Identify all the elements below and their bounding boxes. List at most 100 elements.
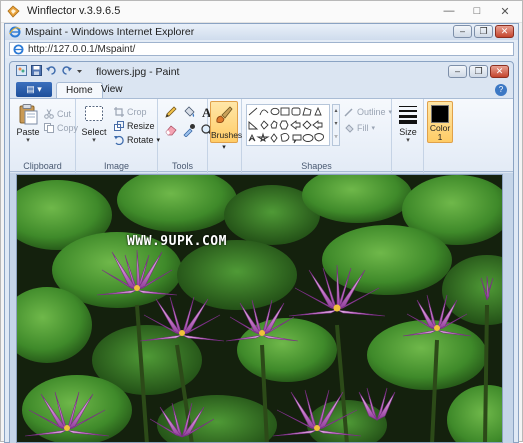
quick-access-toolbar [16,65,83,76]
resize-label: Resize [127,120,155,131]
shapes-scroll[interactable]: ▴ ▾ ▿ [332,104,340,146]
outline-button[interactable]: Outline ▾ [344,105,392,118]
brushes-button[interactable]: Brushes ▾ [210,101,243,151]
save-icon[interactable] [31,65,42,76]
paint-window-controls: – ❐ ✕ [448,65,509,78]
color1-number: 1 [437,132,443,142]
pencil-icon[interactable] [164,105,178,119]
paint-title: flowers.jpg - Paint [96,66,180,78]
minimize-button[interactable]: — [438,3,460,19]
cut-button[interactable]: Cut [44,107,71,120]
paint-app-icon [16,65,27,76]
paint-title-bar: flowers.jpg - Paint – ❐ ✕ [10,62,513,82]
fill-bucket-icon[interactable] [182,105,196,119]
copy-label: Copy [57,122,79,133]
fill-button[interactable]: Fill ▾ [344,121,375,134]
copy-icon [44,122,54,133]
resize-button[interactable]: Resize [114,119,155,132]
size-button[interactable]: Size ▾ [392,103,424,145]
undo-icon[interactable] [46,65,57,76]
clipboard-group-label: Clipboard [23,161,62,171]
paste-dropdown-icon: ▾ [26,137,30,144]
paint-close-button[interactable]: ✕ [490,65,509,78]
size-group: Size ▾ [392,99,424,173]
shapes-gallery-icons [248,106,324,144]
color-picker-icon[interactable] [182,123,196,137]
outline-label: Outline [357,106,386,117]
winflector-window-controls: — □ ✕ [438,3,516,19]
shapes-group: ▴ ▾ ▿ Outline ▾ Fill ▾ Shapes [242,99,392,173]
scissors-icon [44,108,54,119]
crop-icon [114,106,124,117]
color1-button[interactable]: Color 1 [427,101,453,143]
winflector-app-icon [7,5,20,18]
shapes-gallery[interactable] [246,104,330,146]
paste-button[interactable]: Paste ▾ [12,103,44,145]
select-button[interactable]: Select ▾ [78,103,110,145]
select-dropdown-icon: ▾ [92,137,96,144]
clipboard-group: Paste ▾ Cut Copy Clipboard [10,99,78,173]
shapes-group-label: Shapes [301,161,332,171]
fill-label: Fill [357,122,369,133]
flowers-image[interactable]: WWW.9UPK.COM [16,174,503,443]
flowers-photo [17,175,502,442]
paint-restore-button[interactable]: ❐ [469,65,488,78]
help-icon[interactable]: ? [495,84,507,96]
size-label: Size [399,127,417,137]
address-bar[interactable]: http://127.0.0.1/Mspaint/ [9,42,514,56]
select-label: Select [81,127,107,137]
brush-icon [216,106,233,123]
watermark-text: WWW.9UPK.COM [127,234,227,249]
size-dropdown-icon: ▾ [406,137,410,144]
eraser-icon[interactable] [164,123,178,137]
rotate-button[interactable]: Rotate ▾ [114,133,160,146]
paint-menu-button[interactable]: ▤ ▾ [16,82,52,97]
address-bar-row: http://127.0.0.1/Mspaint/ [5,40,518,58]
brushes-label: Brushes [211,130,243,140]
select-icon [85,106,103,121]
fill-icon [345,123,354,133]
image-group: Select ▾ Crop Resize Rotate ▾ Image [76,99,160,173]
color1-swatch [431,105,449,123]
brushes-group: Brushes ▾ [208,99,242,173]
paint-minimize-button[interactable]: – [448,65,467,78]
ie-window: Mspaint - Windows Internet Explorer – ❐ … [4,23,519,443]
ie-close-button[interactable]: ✕ [495,25,514,38]
canvas-area: WWW.9UPK.COM [10,173,513,443]
ribbon-tabs: ▤ ▾ Home View ? [10,82,513,98]
rotate-label: Rotate [127,134,154,145]
maximize-button[interactable]: □ [466,3,488,19]
ie-title-bar: Mspaint - Windows Internet Explorer – ❐ … [5,24,518,40]
color-group: Color 1 [424,99,458,173]
paste-icon [19,104,38,125]
rotate-icon [114,135,124,145]
winflector-title-bar: Winflector v.3.9.6.5 — □ ✕ [1,1,522,23]
brushes-dropdown-icon: ▾ [222,144,226,151]
ie-minimize-button[interactable]: – [453,25,472,38]
line-size-icon [399,106,417,124]
customize-qat-icon[interactable] [76,65,83,76]
ie-restore-button[interactable]: ❐ [474,25,493,38]
ie-logo-icon [9,26,21,38]
tab-view[interactable]: View [92,82,132,98]
address-url: http://127.0.0.1/Mspaint/ [28,44,136,55]
crop-button[interactable]: Crop [114,105,147,118]
paint-window: flowers.jpg - Paint – ❐ ✕ ▤ ▾ Home View … [9,61,514,443]
ribbon: Paste ▾ Cut Copy Clipboard Select ▾ Crop… [10,98,513,173]
winflector-window: Winflector v.3.9.6.5 — □ ✕ Mspaint - Win… [0,0,523,443]
tools-group: A Tools [158,99,214,173]
outline-icon [344,107,353,117]
ie-window-controls: – ❐ ✕ [453,25,514,38]
image-group-label: Image [103,161,129,171]
winflector-title: Winflector v.3.9.6.5 [27,5,121,17]
cut-label: Cut [57,108,72,119]
paste-label: Paste [16,127,40,137]
close-button[interactable]: ✕ [494,3,516,19]
tools-grid: A [164,105,214,137]
resize-icon [114,120,124,131]
redo-icon[interactable] [61,65,72,76]
page-icon [13,44,24,55]
copy-button[interactable]: Copy [44,121,78,134]
fill-dropdown-icon: ▾ [371,124,376,132]
tools-group-label: Tools [171,161,193,171]
